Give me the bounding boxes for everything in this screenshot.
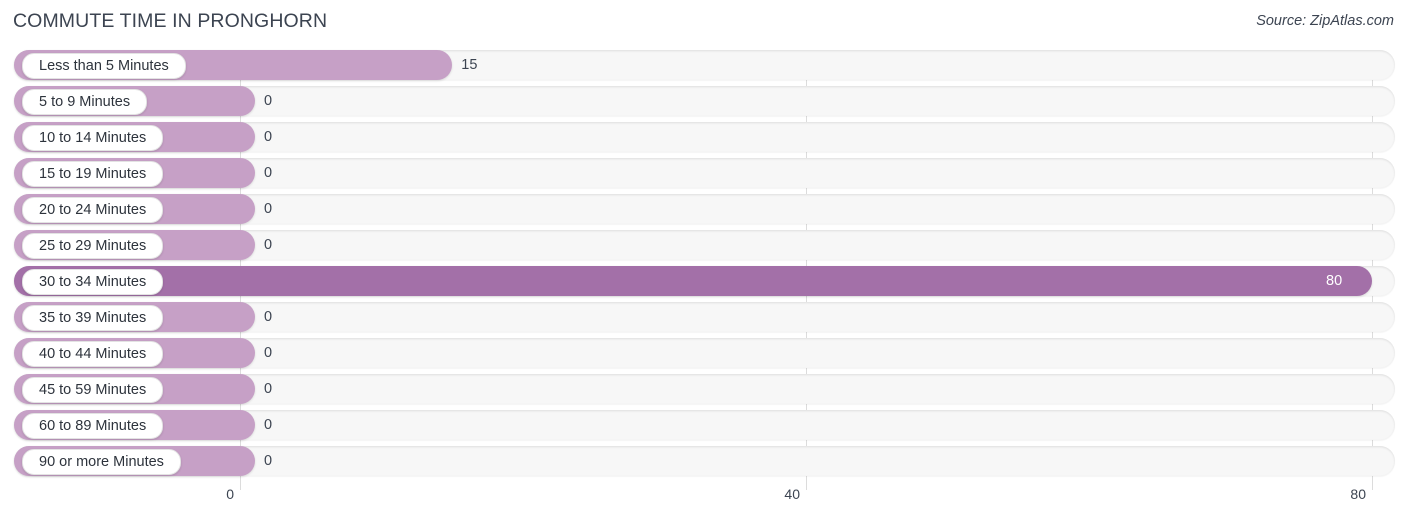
- bar-row[interactable]: 40 to 44 Minutes 0: [0, 338, 1406, 368]
- x-axis-tick-label: 80: [1350, 486, 1366, 502]
- page-title: COMMUTE TIME IN PRONGHORN: [13, 10, 328, 32]
- bar-label-pill[interactable]: 10 to 14 Minutes: [22, 125, 164, 151]
- bar-label-pill[interactable]: 20 to 24 Minutes: [22, 197, 164, 223]
- bar-value-label: 0: [264, 237, 273, 253]
- bar-row[interactable]: 5 to 9 Minutes 0: [0, 86, 1406, 116]
- bar-row[interactable]: 90 or more Minutes 0: [0, 446, 1406, 476]
- bar-label-pill[interactable]: 60 to 89 Minutes: [22, 413, 164, 439]
- bar-label-pill[interactable]: 45 to 59 Minutes: [22, 377, 164, 403]
- bar-value-label: 80: [1326, 273, 1343, 289]
- bar-value-label: 0: [264, 345, 273, 361]
- plot-area: Less than 5 Minutes 15 5 to 9 Minutes 0 10 t…: [0, 50, 1406, 490]
- bar-row[interactable]: 15 to 19 Minutes 0: [0, 158, 1406, 188]
- x-axis-tick-label: 40: [784, 486, 800, 502]
- bar-value-label: 0: [264, 93, 273, 109]
- bar-value-label: 15: [461, 57, 478, 73]
- bar-category-label: 35 to 39 Minutes: [39, 309, 147, 326]
- bar-label-pill[interactable]: 90 or more Minutes: [22, 449, 181, 475]
- source-attribution: Source: ZipAtlas.com: [1256, 13, 1394, 29]
- commute-time-chart: COMMUTE TIME IN PRONGHORN Source: ZipAtl…: [0, 0, 1406, 523]
- bar-label-pill[interactable]: 30 to 34 Minutes: [22, 269, 164, 295]
- bar-row[interactable]: 35 to 39 Minutes 0: [0, 302, 1406, 332]
- bar-category-label: 30 to 34 Minutes: [39, 273, 147, 290]
- bar-row[interactable]: 45 to 59 Minutes 0: [0, 374, 1406, 404]
- bar-row[interactable]: Less than 5 Minutes 15: [0, 50, 1406, 80]
- bar-category-label: 20 to 24 Minutes: [39, 201, 147, 218]
- bar-value-label: 0: [264, 201, 273, 217]
- bar-label-pill[interactable]: 25 to 29 Minutes: [22, 233, 164, 259]
- bar-label-pill[interactable]: 5 to 9 Minutes: [22, 89, 148, 115]
- bar-value-label: 0: [264, 309, 273, 325]
- x-axis: 0 40 80: [0, 486, 1406, 514]
- bar-row[interactable]: 25 to 29 Minutes 0: [0, 230, 1406, 260]
- bar-rows: Less than 5 Minutes 15 5 to 9 Minutes 0 10 t…: [0, 50, 1406, 482]
- bar-category-label: 15 to 19 Minutes: [39, 165, 147, 182]
- bar-category-label: 90 or more Minutes: [39, 453, 164, 470]
- bar-label-pill[interactable]: 40 to 44 Minutes: [22, 341, 164, 367]
- bar-row[interactable]: 20 to 24 Minutes 0: [0, 194, 1406, 224]
- bar-value-label: 0: [264, 381, 273, 397]
- bar-label-pill[interactable]: 15 to 19 Minutes: [22, 161, 164, 187]
- bar-category-label: 40 to 44 Minutes: [39, 345, 147, 362]
- bar-value-label: 0: [264, 417, 273, 433]
- bar-row[interactable]: 30 to 34 Minutes 80: [0, 266, 1406, 296]
- bar-category-label: 5 to 9 Minutes: [39, 93, 131, 110]
- bar-category-label: 60 to 89 Minutes: [39, 417, 147, 434]
- bar-row[interactable]: 10 to 14 Minutes 0: [0, 122, 1406, 152]
- x-axis-tick-label: 0: [226, 486, 234, 502]
- bar-fill[interactable]: [14, 266, 1372, 296]
- bar-category-label: 10 to 14 Minutes: [39, 129, 147, 146]
- bar-row[interactable]: 60 to 89 Minutes 0: [0, 410, 1406, 440]
- bar-value-label: 0: [264, 129, 273, 145]
- bar-value-label: 0: [264, 165, 273, 181]
- bar-label-pill[interactable]: 35 to 39 Minutes: [22, 305, 164, 331]
- bar-value-label: 0: [264, 453, 273, 469]
- bar-category-label: 25 to 29 Minutes: [39, 237, 147, 254]
- bar-category-label: Less than 5 Minutes: [39, 57, 169, 74]
- bar-category-label: 45 to 59 Minutes: [39, 381, 147, 398]
- bar-label-pill[interactable]: Less than 5 Minutes: [22, 53, 186, 79]
